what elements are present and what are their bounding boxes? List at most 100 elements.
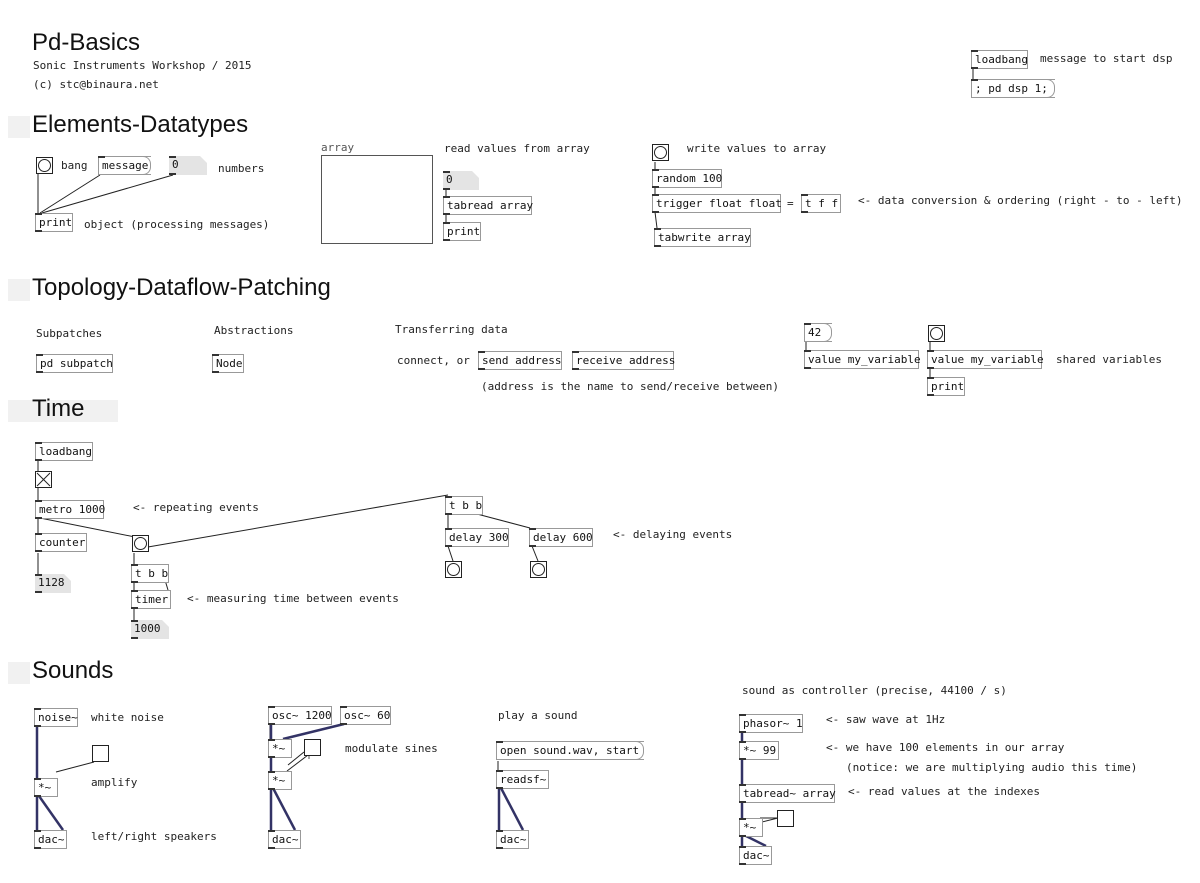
pd-canvas[interactable]: Pd-Basics Sonic Instruments Workshop / 2…	[0, 0, 1200, 883]
amplify-comment: amplify	[91, 776, 138, 789]
readsf-object[interactable]: readsf~	[496, 770, 549, 789]
mul-object-2[interactable]: *~	[268, 739, 292, 758]
heading-sounds: Sounds	[32, 657, 114, 684]
read-comment: read values from array	[444, 142, 590, 155]
counter-number-box[interactable]: 1128	[35, 574, 71, 593]
delay300-bang-gui[interactable]	[445, 561, 462, 578]
dsp-message[interactable]: ; pd dsp 1;	[971, 79, 1055, 98]
read-print-object[interactable]: print	[443, 222, 481, 241]
delay600-object[interactable]: delay 600	[529, 528, 593, 547]
value-bang-gui[interactable]	[928, 325, 945, 342]
tabread-object[interactable]: tabread array	[443, 196, 533, 215]
white-noise-comment: white noise	[91, 711, 164, 724]
bang-label: bang	[61, 159, 88, 172]
connect-comment: connect, or	[397, 354, 470, 367]
number-box[interactable]: 0	[169, 156, 207, 175]
indexes-comment: <- read values at the indexes	[848, 785, 1041, 798]
metro-object[interactable]: metro 1000	[35, 500, 105, 519]
dac-object-2[interactable]: dac~	[268, 830, 301, 849]
open-sound-text: open sound.wav, start	[500, 744, 640, 757]
equals-sign: =	[787, 197, 794, 210]
notice-comment: (notice: we are multiplying audio this t…	[846, 761, 1138, 774]
controller-comment: sound as controller (precise, 44100 / s)	[742, 684, 1007, 697]
tabread-tilde-object[interactable]: tabread~ array	[739, 784, 836, 803]
shared-comment: shared variables	[1056, 353, 1162, 366]
subpatches-comment: Subpatches	[36, 327, 103, 340]
counter-object[interactable]: counter	[35, 533, 87, 552]
section-band	[8, 116, 30, 138]
value-object-1[interactable]: value my_variable	[804, 350, 921, 369]
numbers-label: numbers	[218, 162, 265, 175]
toggle-x-icon	[36, 472, 51, 487]
page-title: Pd-Basics	[32, 29, 141, 56]
mod-number-slider[interactable]	[304, 739, 321, 756]
amp-number-slider[interactable]	[92, 745, 109, 762]
open-sound-message[interactable]: open sound.wav, start	[496, 741, 644, 760]
transferring-comment: Transferring data	[395, 323, 508, 336]
osc60-object[interactable]: osc~ 60	[340, 706, 391, 725]
delaying-comment: <- delaying events	[613, 528, 733, 541]
tabwrite-object[interactable]: tabwrite array	[654, 228, 751, 247]
hundred-comment: <- we have 100 elements in our array	[826, 741, 1065, 754]
array-graph[interactable]	[321, 155, 433, 244]
random-object[interactable]: random 100	[652, 169, 722, 188]
pd-subpatch-object[interactable]: pd subpatch	[36, 354, 113, 373]
object-comment: object (processing messages)	[84, 218, 270, 231]
repeating-comment: <- repeating events	[133, 501, 259, 514]
subtitle-comment: Sonic Instruments Workshop / 2015	[33, 59, 252, 72]
timer-bang-gui[interactable]	[132, 535, 149, 552]
timer-number-box[interactable]: 1000	[131, 620, 169, 639]
heading-topology: Topology-Dataflow-Patching	[32, 274, 331, 301]
ctrl-number-slider[interactable]	[777, 810, 794, 827]
play-sound-comment: play a sound	[498, 709, 578, 722]
value-print-object[interactable]: print	[927, 377, 965, 396]
address-comment: (address is the name to send/receive bet…	[481, 380, 780, 393]
mul-object-4[interactable]: *~	[739, 818, 763, 837]
dac-object-4[interactable]: dac~	[739, 846, 772, 865]
heading-time: Time	[32, 395, 85, 422]
value-object-2[interactable]: value my_variable	[927, 350, 1044, 369]
time-loadbang-object[interactable]: loadbang	[35, 442, 93, 461]
dsp-comment: message to start dsp	[1040, 52, 1173, 65]
measuring-comment: <- measuring time between events	[187, 592, 399, 605]
section-band	[8, 662, 30, 684]
delay300-object[interactable]: delay 300	[445, 528, 509, 547]
heading-elements: Elements-Datatypes	[32, 111, 249, 138]
conversion-comment: <- data conversion & ordering (right - t…	[858, 194, 1183, 207]
mul-object-1[interactable]: *~	[34, 778, 58, 797]
loadbang-object[interactable]: loadbang	[971, 50, 1028, 69]
saw-comment: <- saw wave at 1Hz	[826, 713, 946, 726]
author-comment: (c) stc@binaura.net	[33, 78, 159, 91]
read-number-box[interactable]: 0	[443, 171, 479, 190]
timer-object[interactable]: timer	[131, 590, 171, 609]
timer-tbb-object[interactable]: t b b	[131, 564, 169, 583]
osc1200-object[interactable]: osc~ 1200	[268, 706, 332, 725]
phasor-object[interactable]: phasor~ 1	[739, 714, 803, 733]
abstractions-comment: Abstractions	[214, 324, 294, 337]
dsp-message-text: ; pd dsp 1;	[975, 82, 1048, 95]
print-object[interactable]: print	[35, 213, 73, 232]
dac-object-3[interactable]: dac~	[496, 830, 529, 849]
delay600-bang-gui[interactable]	[530, 561, 547, 578]
mul-object-3[interactable]: *~	[268, 771, 292, 790]
msg-42-text: 42	[808, 326, 822, 339]
msg-42[interactable]: 42	[804, 323, 832, 342]
message-box[interactable]: message	[98, 156, 151, 175]
toggle-gui[interactable]	[35, 471, 52, 488]
mul99-object[interactable]: *~ 99	[739, 741, 779, 760]
array-label: array	[321, 141, 355, 154]
delay-tbb-object[interactable]: t b b	[445, 496, 483, 515]
tff-object[interactable]: t f f	[801, 194, 841, 213]
write-bang-gui[interactable]	[652, 144, 669, 161]
write-comment: write values to array	[687, 142, 827, 155]
section-band	[8, 279, 30, 301]
trigger-object[interactable]: trigger float float	[652, 194, 782, 213]
node-object[interactable]: Node	[212, 354, 244, 373]
dac-object-1[interactable]: dac~	[34, 830, 67, 849]
modulate-comment: modulate sines	[345, 742, 438, 755]
noise-object[interactable]: noise~	[34, 708, 78, 727]
bang-gui[interactable]	[36, 157, 53, 174]
send-object[interactable]: send address	[478, 351, 562, 370]
receive-object[interactable]: receive address	[572, 351, 675, 370]
speakers-comment: left/right speakers	[91, 830, 217, 843]
